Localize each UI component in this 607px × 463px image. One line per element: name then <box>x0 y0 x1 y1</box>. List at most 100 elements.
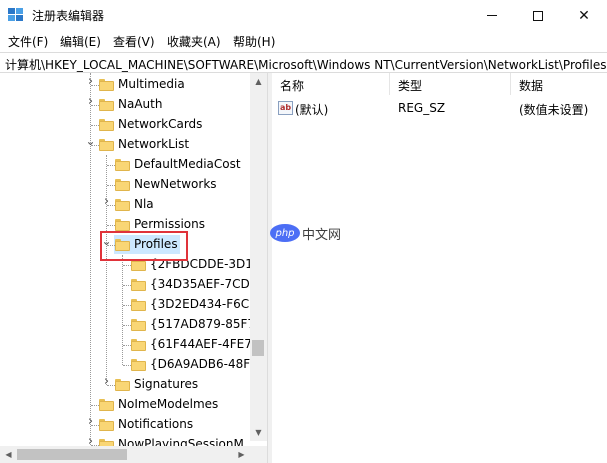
folder-icon <box>115 159 130 171</box>
folder-icon <box>131 279 146 291</box>
folder-icon <box>131 359 146 371</box>
collapse-chevron-icon[interactable]: ⌄ <box>85 135 95 147</box>
expand-chevron-icon[interactable]: › <box>86 435 95 448</box>
menu-bar: 文件(F) 编辑(E) 查看(V) 收藏夹(A) 帮助(H) <box>0 31 607 51</box>
menu-view[interactable]: 查看(V) <box>111 33 157 50</box>
tree-branch-line <box>123 365 131 366</box>
tree-item-label: Nla <box>134 197 154 211</box>
column-data[interactable]: 数据 <box>519 77 543 94</box>
scroll-right-icon[interactable]: ▶ <box>233 446 250 463</box>
menu-favorites[interactable]: 收藏夹(A) <box>165 33 223 50</box>
column-divider[interactable] <box>389 73 390 95</box>
expand-chevron-icon[interactable]: › <box>86 75 95 88</box>
close-icon: ✕ <box>578 7 590 24</box>
folder-icon <box>115 179 130 191</box>
folder-icon <box>115 379 130 391</box>
scroll-up-icon[interactable]: ▲ <box>250 73 267 90</box>
tree-branch-line <box>91 405 99 406</box>
tree-horizontal-scroll-thumb[interactable] <box>17 449 127 460</box>
php-watermark: php 中文网 <box>270 222 341 244</box>
tree-item[interactable]: {D6A9ADB6-48F4 <box>0 355 258 375</box>
tree-horizontal-scrollbar[interactable]: ◀ ▶ <box>0 446 250 463</box>
tree-item[interactable]: {517AD879-85F7- <box>0 315 259 335</box>
tree-item-label: NetworkList <box>118 137 190 151</box>
registry-tree: › Multimedia › NaAuth NetworkCards ⌄ NetworkLi… <box>0 73 267 463</box>
tree-item[interactable]: › Notifications <box>0 415 250 435</box>
tree-item[interactable]: {61F44AEF-4FE7-4 <box>0 335 264 355</box>
tree-branch-line <box>123 285 131 286</box>
tree-item-label: NoImeModelmes <box>118 397 219 411</box>
tree-item[interactable]: › Signatures <box>0 375 250 395</box>
tree-branch-line <box>107 165 115 166</box>
window-title: 注册表编辑器 <box>32 9 105 23</box>
expand-chevron-icon[interactable]: › <box>102 375 111 388</box>
tree-item-label: NetworkCards <box>118 117 203 131</box>
column-divider[interactable] <box>510 73 511 95</box>
maximize-button[interactable] <box>515 0 561 31</box>
tree-item[interactable]: {3D2ED434-F6C5 <box>0 295 257 315</box>
tree-item-label: NaAuth <box>118 97 163 111</box>
tree-vertical-scroll-thumb[interactable] <box>252 340 264 356</box>
folder-icon <box>99 399 114 411</box>
menu-help[interactable]: 帮助(H) <box>231 33 277 50</box>
profiles-highlight-box <box>100 231 188 261</box>
scroll-down-icon[interactable]: ▼ <box>250 424 267 441</box>
column-name[interactable]: 名称 <box>280 77 304 94</box>
minimize-icon <box>487 15 497 16</box>
tree-item[interactable]: DefaultMediaCost <box>0 155 250 175</box>
regedit-app-icon <box>8 8 24 22</box>
tree-item-label: {D6A9ADB6-48F4 <box>150 357 258 371</box>
tree-branch-line <box>91 125 99 126</box>
expand-chevron-icon[interactable]: › <box>86 95 95 108</box>
minimize-button[interactable] <box>469 0 515 31</box>
tree-item[interactable]: ⌄ NetworkList <box>0 135 250 155</box>
folder-icon <box>99 119 114 131</box>
expand-chevron-icon[interactable]: › <box>102 195 111 208</box>
watermark-text: 中文网 <box>302 227 342 243</box>
tree-branch-line <box>107 185 115 186</box>
scrollbar-corner <box>250 446 267 463</box>
folder-icon <box>131 299 146 311</box>
tree-vertical-scrollbar[interactable]: ▲ ▼ <box>250 73 267 441</box>
tree-item[interactable]: NewNetworks <box>0 175 250 195</box>
php-logo: php <box>270 224 300 242</box>
folder-icon <box>99 419 114 431</box>
tree-branch-line <box>107 225 115 226</box>
list-header: 名称 类型 数据 <box>272 73 607 95</box>
folder-icon <box>99 99 114 111</box>
folder-icon <box>115 199 130 211</box>
tree-item-label: DefaultMediaCost <box>134 157 241 171</box>
title-bar: 注册表编辑器 ✕ <box>0 0 607 31</box>
address-bar[interactable]: 计算机\HKEY_LOCAL_MACHINE\SOFTWARE\Microsof… <box>0 52 607 73</box>
tree-branch-line <box>123 305 131 306</box>
menu-file[interactable]: 文件(F) <box>6 33 50 50</box>
tree-item[interactable]: NetworkCards <box>0 115 250 135</box>
close-button[interactable]: ✕ <box>561 0 607 31</box>
value-data: (数值未设置) <box>519 103 589 117</box>
folder-icon <box>99 79 114 91</box>
list-row[interactable]: ab (默认) REG_SZ (数值未设置) <box>272 99 607 119</box>
values-list: 名称 类型 数据 ab (默认) REG_SZ (数值未设置) <box>272 73 607 463</box>
tree-item[interactable]: › Multimedia <box>0 75 250 95</box>
tree-item[interactable]: › Nla <box>0 195 250 215</box>
scroll-left-icon[interactable]: ◀ <box>0 446 17 463</box>
folder-icon <box>131 339 146 351</box>
tree-item-label: {34D35AEF-7CD2 <box>150 277 258 291</box>
folder-icon <box>131 319 146 331</box>
tree-item[interactable]: › NaAuth <box>0 95 250 115</box>
tree-item[interactable]: {34D35AEF-7CD2 <box>0 275 257 295</box>
column-type[interactable]: 类型 <box>398 77 422 94</box>
string-value-icon: ab <box>278 101 293 115</box>
folder-icon <box>99 139 114 151</box>
folder-icon <box>115 219 130 231</box>
maximize-icon <box>533 10 543 21</box>
tree-branch-line <box>123 325 131 326</box>
tree-item[interactable]: NoImeModelmes <box>0 395 250 415</box>
value-type: REG_SZ <box>398 101 446 115</box>
tree-branch-line <box>123 345 131 346</box>
expand-chevron-icon[interactable]: › <box>86 415 95 428</box>
tree-branch-line <box>123 265 131 266</box>
tree-item-label: Multimedia <box>118 77 185 91</box>
menu-edit[interactable]: 编辑(E) <box>58 33 103 50</box>
tree-item-label: Permissions <box>134 217 205 231</box>
